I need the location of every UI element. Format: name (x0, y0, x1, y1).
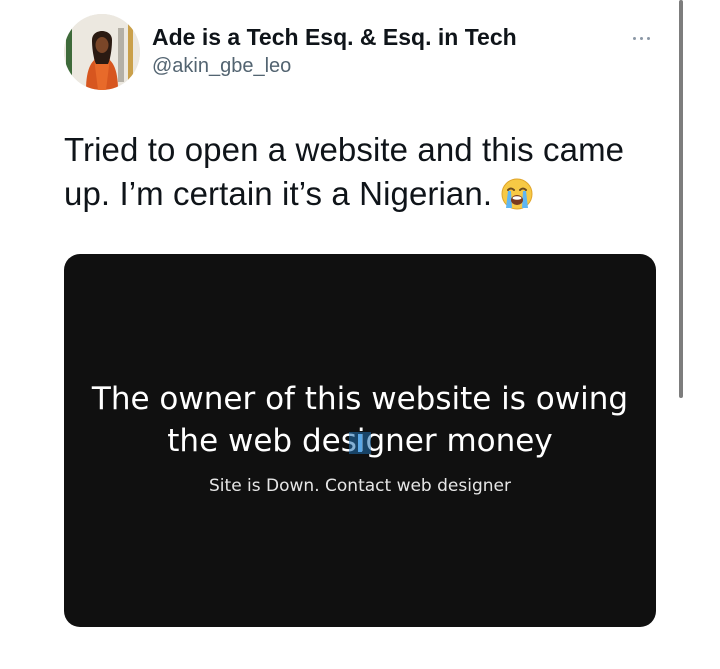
tweet-media-image[interactable]: The owner of this website is owing the w… (64, 254, 656, 627)
scrollbar-thumb[interactable] (679, 0, 683, 398)
more-dot (646, 36, 650, 40)
author-block: Ade is a Tech Esq. & Esq. in Tech @akin_… (152, 22, 517, 80)
author-avatar[interactable] (64, 14, 140, 90)
avatar-photo (64, 14, 140, 90)
author-handle[interactable]: @akin_gbe_leo (152, 52, 517, 80)
tweet: Ade is a Tech Esq. & Esq. in Tech @akin_… (0, 0, 720, 669)
author-display-name[interactable]: Ade is a Tech Esq. & Esq. in Tech (152, 22, 517, 52)
more-dot (639, 36, 643, 40)
scrollbar[interactable] (678, 0, 684, 398)
text-cursor-icon (349, 432, 371, 454)
loudly-crying-face-icon (500, 177, 534, 222)
tweet-text-body: Tried to open a website and this came up… (64, 131, 625, 212)
more-dots-icon (632, 36, 636, 40)
more-options-button[interactable] (624, 28, 658, 48)
media-subtext: Site is Down. Contact web designer (209, 476, 511, 496)
tweet-text: Tried to open a website and this came up… (64, 128, 674, 222)
